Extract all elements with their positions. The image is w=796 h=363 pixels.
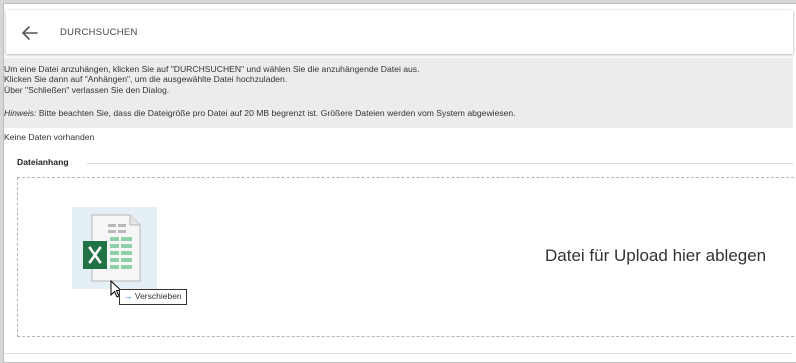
dragged-file[interactable] <box>72 207 157 289</box>
browse-button[interactable]: DURCHSUCHEN <box>60 24 138 42</box>
info-panel: Um eine Datei anzuhängen, klicken Sie au… <box>4 58 793 128</box>
file-size-hint: Hinweis: Bitte beachten Sie, dass die Da… <box>4 108 516 118</box>
hint-text: Bitte beachten Sie, dass die Dateigröße … <box>36 108 516 118</box>
drag-tooltip: → Verschieben <box>119 289 187 305</box>
hint-label: Hinweis: <box>4 108 37 118</box>
drag-tooltip-label: Verschieben <box>134 291 182 301</box>
instruction-line: Um eine Datei anzuhängen, klicken Sie au… <box>4 64 420 74</box>
empty-state-text: Keine Daten vorhanden <box>4 132 95 142</box>
arrow-left-icon <box>22 26 38 40</box>
bottom-divider <box>4 353 793 354</box>
excel-file-icon <box>72 207 157 289</box>
attachment-section-title: Dateianhang <box>17 157 69 167</box>
section-divider <box>87 163 793 164</box>
instructions: Um eine Datei anzuhängen, klicken Sie au… <box>4 64 420 95</box>
instruction-line: Über "Schließen" verlassen Sie den Dialo… <box>4 84 170 95</box>
toolbar: DURCHSUCHEN <box>6 10 793 54</box>
move-arrow-icon: → <box>124 291 133 301</box>
dropzone-label: Datei für Upload hier ablegen <box>545 246 767 265</box>
instruction-line: Klicken Sie dann auf "Anhängen", um die … <box>4 74 288 85</box>
back-button[interactable] <box>18 22 42 44</box>
